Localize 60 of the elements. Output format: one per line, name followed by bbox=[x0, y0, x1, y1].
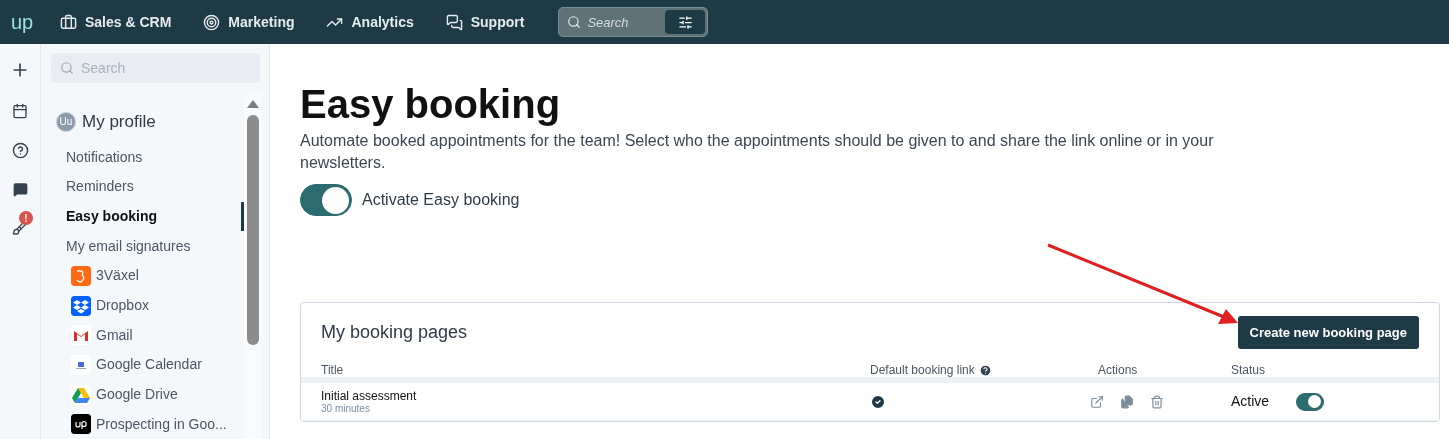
copy-icon[interactable] bbox=[1120, 394, 1134, 409]
sidebar-item[interactable]: Google Drive bbox=[56, 379, 244, 410]
scrollbar[interactable] bbox=[244, 93, 261, 439]
drive-icon bbox=[71, 384, 91, 405]
toggle-switch[interactable] bbox=[1296, 392, 1324, 411]
integration-label: Gmail bbox=[96, 325, 133, 345]
integration-label: Google Drive bbox=[96, 385, 178, 405]
calendar-icon bbox=[71, 354, 91, 375]
sidebar-item[interactable]: Notifications bbox=[56, 142, 244, 173]
dropbox-icon bbox=[71, 295, 91, 316]
filter-button[interactable] bbox=[665, 10, 706, 34]
three-logo-icon bbox=[71, 265, 91, 286]
profile-heading: My profile bbox=[82, 111, 156, 133]
search-icon bbox=[60, 61, 74, 75]
scroll-up-icon[interactable] bbox=[245, 99, 260, 109]
logo: up bbox=[9, 10, 35, 35]
booking-title: Initial assessment bbox=[321, 388, 418, 403]
sidebar-item[interactable]: Google Calendar bbox=[56, 350, 244, 380]
toggle-switch[interactable] bbox=[300, 184, 352, 216]
nav-icon bbox=[60, 13, 77, 31]
toggle-label: Activate Easy booking bbox=[362, 190, 520, 210]
card-title: My booking pages bbox=[321, 321, 468, 344]
search-icon bbox=[567, 15, 582, 29]
sidebar-item[interactable]: Gmail bbox=[56, 320, 244, 351]
create-button[interactable]: Create new booking page bbox=[1237, 316, 1419, 349]
chat-icon[interactable] bbox=[12, 182, 28, 197]
status-text: Active bbox=[1231, 392, 1271, 411]
nav-link[interactable]: Support bbox=[445, 11, 525, 33]
nav-icon bbox=[445, 13, 463, 31]
sidebar-search-field[interactable]: Search bbox=[51, 53, 260, 83]
sidebar-item[interactable]: Dropbox bbox=[56, 290, 244, 321]
booking-duration: 30 minutes bbox=[321, 402, 371, 415]
column-header: Status bbox=[1231, 362, 1266, 379]
column-header: Title bbox=[320, 362, 345, 379]
scrollbar-thumb[interactable] bbox=[246, 115, 259, 345]
integration-label: 3Växel bbox=[96, 266, 139, 286]
page-title: Easy booking bbox=[300, 81, 562, 128]
nav-link[interactable]: Sales & CRM bbox=[60, 11, 172, 33]
avatar: Uu bbox=[56, 111, 76, 132]
column-header: Default booking link bbox=[870, 362, 975, 379]
app-logo-icon bbox=[71, 414, 91, 435]
integration-label: Google Calendar bbox=[96, 355, 202, 375]
sidebar-item[interactable]: Reminders bbox=[56, 172, 244, 202]
sidebar-item[interactable]: My email signatures bbox=[56, 231, 244, 262]
column-header: Actions bbox=[1098, 362, 1139, 379]
alert-badge: ! bbox=[19, 211, 33, 225]
nav-link[interactable]: Marketing bbox=[203, 11, 295, 33]
integration-label: Prospecting in Goo... bbox=[96, 414, 227, 434]
help-icon[interactable] bbox=[11, 142, 29, 159]
filter-icon bbox=[677, 14, 693, 30]
mail-icon bbox=[71, 325, 91, 346]
integration-label: Dropbox bbox=[96, 296, 149, 316]
page-description: Automate booked appointments for the team! Select who the appointments should be given to and share the link online or in your newsletters. bbox=[300, 131, 1215, 173]
sidebar-item[interactable]: Prospecting in Goo... bbox=[56, 409, 244, 439]
calendar-icon[interactable] bbox=[12, 103, 28, 119]
sidebar-item[interactable]: 3Växel bbox=[56, 261, 244, 291]
open-link-icon[interactable] bbox=[1090, 394, 1104, 409]
nav-icon bbox=[203, 13, 221, 31]
nav-link[interactable]: Analytics bbox=[326, 11, 414, 33]
delete-icon[interactable] bbox=[1150, 394, 1164, 409]
